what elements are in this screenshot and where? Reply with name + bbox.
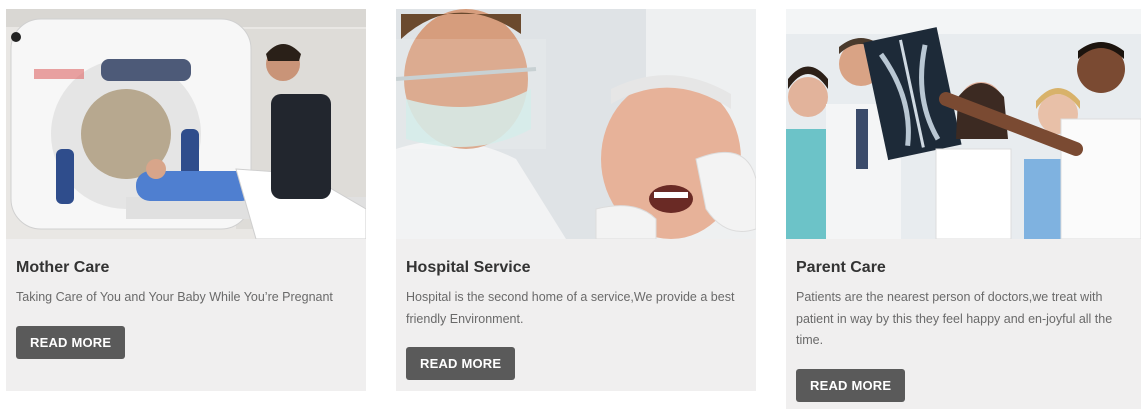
service-card-hospital-service: Hospital Service Hospital is the second …	[396, 9, 756, 391]
doctors-xray-photo	[786, 9, 1141, 239]
mri-scan-photo	[6, 9, 366, 239]
service-card-mother-care: Mother Care Taking Care of You and Your …	[6, 9, 366, 391]
read-more-button[interactable]: READ MORE	[796, 368, 906, 402]
card-description: Hospital is the second home of a service…	[406, 290, 735, 326]
read-more-button[interactable]: READ MORE	[406, 347, 516, 380]
card-description: Taking Care of You and Your Baby While Y…	[16, 290, 333, 304]
service-cards: Mother Care Taking Care of You and Your …	[0, 0, 1141, 409]
card-title: Parent Care	[796, 259, 886, 276]
service-card-parent-care: Parent Care Patients are the nearest per…	[786, 9, 1141, 409]
card-description: Patients are the nearest person of docto…	[796, 290, 1113, 347]
card-title: Mother Care	[16, 259, 110, 276]
dentist-photo	[396, 9, 756, 239]
card-title: Hospital Service	[406, 259, 531, 276]
read-more-button[interactable]: READ MORE	[16, 325, 126, 359]
